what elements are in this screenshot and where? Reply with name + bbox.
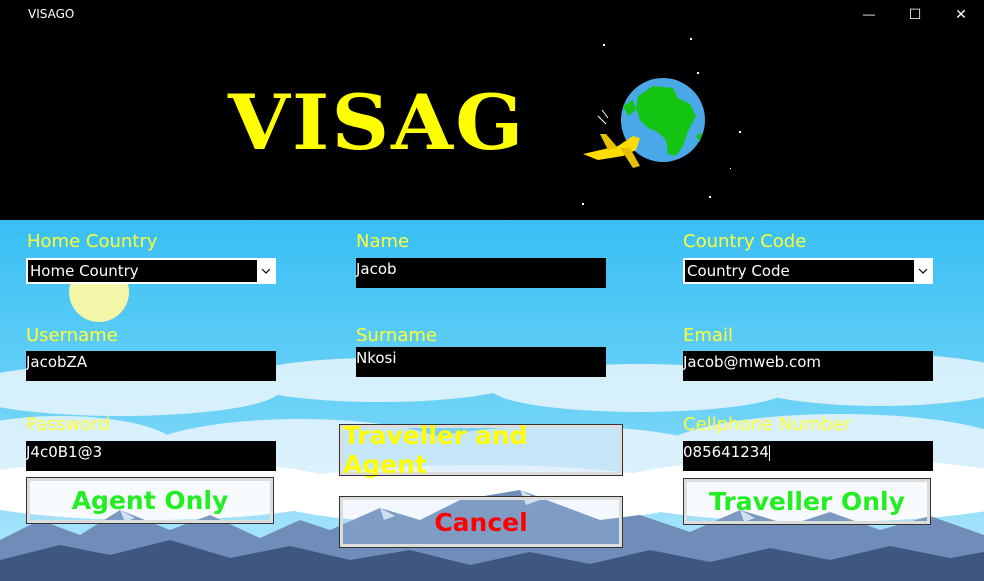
maximize-icon: ☐	[908, 5, 922, 22]
home-country-value: Home Country	[30, 262, 139, 280]
country-code-label: Country Code	[683, 231, 807, 252]
username-label: Username	[26, 325, 118, 346]
country-code-value: Country Code	[687, 262, 790, 280]
minimize-button[interactable]: —	[846, 0, 892, 28]
traveller-and-agent-button[interactable]: Traveller and Agent	[339, 421, 623, 479]
cellphone-label: Cellphone Number	[683, 414, 852, 435]
traveller-only-button[interactable]: Traveller Only	[683, 478, 931, 525]
password-field[interactable]: J4c0B1@3	[26, 441, 276, 471]
home-country-select[interactable]: Home Country	[26, 258, 276, 284]
maximize-button[interactable]: ☐	[892, 0, 938, 28]
name-value: Jacob	[356, 260, 397, 278]
star	[690, 38, 692, 40]
star	[730, 168, 731, 169]
close-icon: ✕	[955, 5, 967, 22]
agent-only-label: Agent Only	[71, 486, 229, 515]
name-field[interactable]: Jacob	[356, 258, 606, 288]
username-field[interactable]: JacobZA	[26, 351, 276, 381]
star	[603, 44, 605, 46]
surname-label: Surname	[356, 325, 437, 346]
surname-value: Nkosi	[356, 349, 397, 367]
star	[739, 131, 741, 133]
password-label: Password	[26, 414, 111, 435]
star	[582, 203, 584, 205]
traveller-and-agent-label: Traveller and Agent	[343, 421, 528, 479]
close-button[interactable]: ✕	[938, 0, 984, 28]
logo-banner: VISAG	[0, 28, 984, 220]
email-label: Email	[683, 325, 733, 346]
title-bar: VISAGO — ☐ ✕	[0, 0, 984, 28]
chevron-down-icon	[257, 260, 274, 282]
traveller-only-label: Traveller Only	[709, 487, 905, 516]
password-value: J4c0B1@3	[26, 443, 103, 461]
chevron-down-icon	[914, 260, 931, 282]
home-country-label: Home Country	[27, 231, 158, 252]
country-code-select[interactable]: Country Code	[683, 258, 933, 284]
globe-icon	[583, 78, 705, 168]
username-value: JacobZA	[26, 353, 88, 371]
surname-field[interactable]: Nkosi	[356, 347, 606, 377]
cellphone-field[interactable]: 085641234	[683, 441, 933, 471]
star	[709, 196, 711, 198]
cellphone-value: 085641234	[683, 443, 769, 461]
star	[697, 72, 699, 74]
logo-text: VISAG	[228, 78, 526, 167]
cancel-button[interactable]: Cancel	[339, 496, 623, 548]
email-field[interactable]: Jacob@mweb.com	[683, 351, 933, 381]
agent-only-button[interactable]: Agent Only	[26, 477, 274, 524]
minimize-icon: —	[863, 7, 875, 21]
cancel-label: Cancel	[434, 507, 528, 537]
text-cursor	[768, 444, 770, 461]
window-title: VISAGO	[28, 7, 75, 21]
name-label: Name	[356, 231, 410, 252]
email-value: Jacob@mweb.com	[683, 353, 821, 371]
